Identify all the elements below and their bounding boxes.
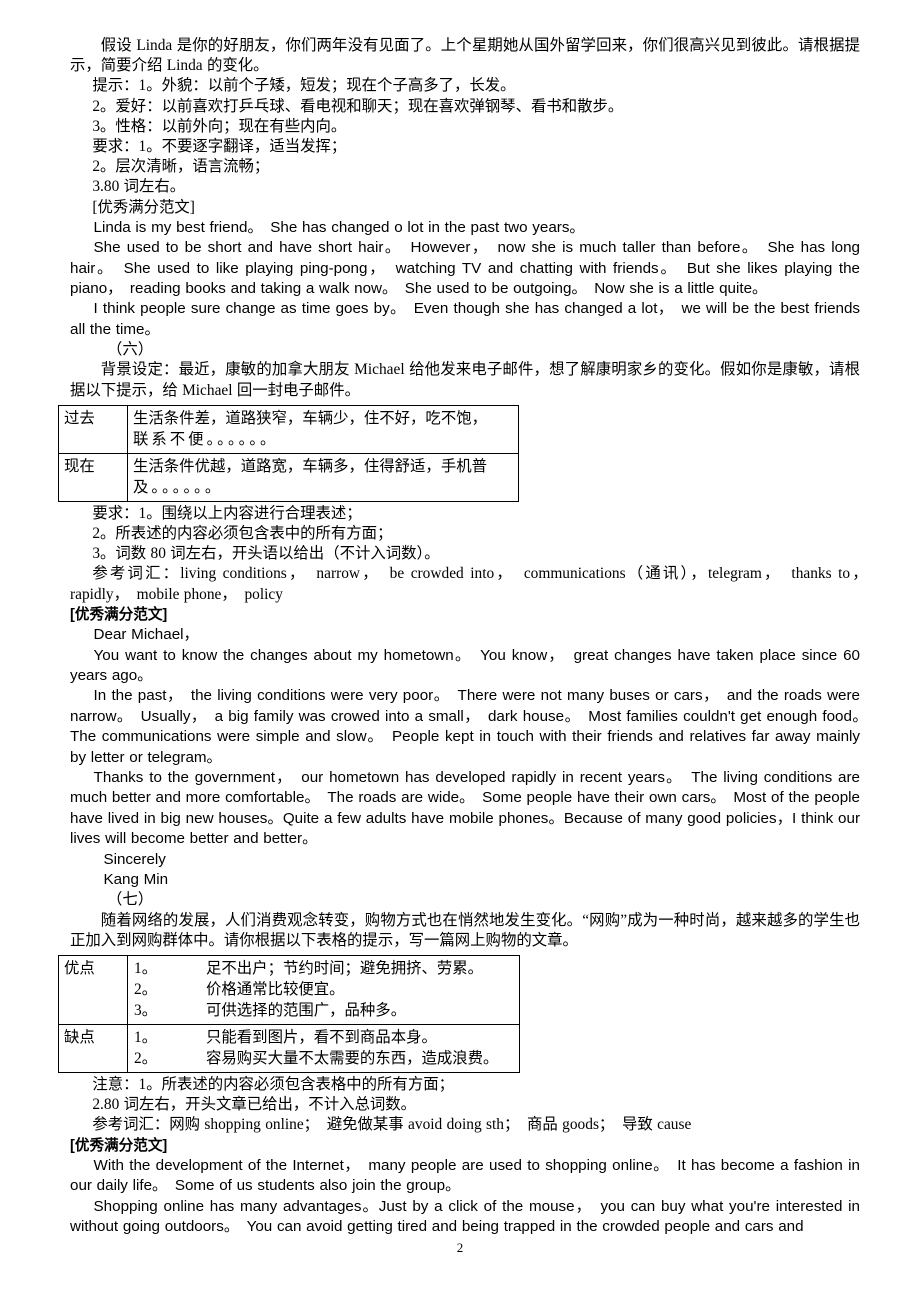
table-item-text: 足不出户；节约时间；避免拥挤、劳累。 bbox=[206, 959, 484, 977]
section-five-prompt: 假设 Linda 是你的好朋友，你们两年没有见面了。上个星期她从国外留学回来，你… bbox=[70, 37, 860, 75]
section-five-requirement-3: 3.80 词左右。 bbox=[92, 178, 186, 196]
section-six-model-label: [优秀满分范文] bbox=[70, 606, 168, 623]
table-cell-line: 联系不便。。。。。。 bbox=[133, 430, 279, 448]
section-five-essay-p1: Linda is my best friend。 She has changed… bbox=[93, 218, 585, 236]
section-six-vocab: 参考词汇：living conditions， narrow， be crowd… bbox=[70, 565, 876, 603]
table-item-text: 价格通常比较便宜。 bbox=[206, 980, 345, 998]
table-cell-key: 缺点 bbox=[58, 1023, 128, 1073]
table-cell-line: 生活条件优越，道路宽，车辆多，住得舒适，手机普 bbox=[133, 457, 487, 475]
table-item: 3。 可供选择的范围广，品种多。 bbox=[134, 1000, 514, 1021]
table-cell-key: 现在 bbox=[58, 452, 128, 502]
table-cell-key: 过去 bbox=[58, 404, 128, 454]
table-cell-line: 及。。。。。。 bbox=[133, 478, 224, 496]
table-row: 缺点 1。 只能看到图片，看不到商品本身。 2。 容易购买大量不太需要的东西，造成浪… bbox=[58, 1023, 520, 1073]
section-six-requirement-3: 3。词数 80 词左右，开头语以给出（不计入词数）。 bbox=[92, 545, 440, 563]
section-five-requirement-2: 2。层次清晰，语言流畅； bbox=[92, 158, 270, 176]
table-item: 1。 只能看到图片，看不到商品本身。 bbox=[134, 1027, 514, 1048]
section-seven-essay-p2: Shopping online has many advantages。Just… bbox=[70, 1197, 860, 1236]
section-seven-essay-p1: With the development of the Internet， ma… bbox=[70, 1156, 860, 1195]
section-five-model-label: [优秀满分范文] bbox=[92, 198, 195, 216]
table-item-text: 只能看到图片，看不到商品本身。 bbox=[206, 1028, 437, 1046]
table-item-text: 容易购买大量不太需要的东西，造成浪费。 bbox=[206, 1049, 499, 1067]
table-item-number: 1。 bbox=[134, 1028, 158, 1046]
section-five-essay-p3: I think people sure change as time goes … bbox=[70, 300, 860, 338]
table-cell-value: 1。 只能看到图片，看不到商品本身。 2。 容易购买大量不太需要的东西，造成浪费。 bbox=[127, 1023, 520, 1073]
table-item-number: 2。 bbox=[134, 1049, 158, 1067]
table-cell-value: 生活条件差，道路狭窄，车辆少，住不好，吃不饱， 联系不便。。。。。。 bbox=[127, 404, 519, 454]
table-cell-line: 生活条件差，道路狭窄，车辆少，住不好，吃不饱， bbox=[133, 409, 487, 427]
section-seven-intro: 随着网络的发展，人们消费观念转变，购物方式也在悄然地发生变化。“网购”成为一种时… bbox=[70, 911, 860, 949]
section-five-hint-3: 3。性格：以前外向；现在有些内向。 bbox=[92, 117, 347, 135]
document-page: 假设 Linda 是你的好朋友，你们两年没有见面了。上个星期她从国外留学回来，你… bbox=[0, 0, 920, 1302]
section-six-salutation: Dear Michael， bbox=[93, 626, 199, 644]
section-six-essay-p1: You want to know the changes about my ho… bbox=[70, 646, 860, 684]
section-six-essay-p3: Thanks to the government， our hometown h… bbox=[70, 768, 860, 848]
table-item-number: 1。 bbox=[134, 959, 158, 977]
section-six-requirement-1: 要求：1。围绕以上内容进行合理表述； bbox=[92, 504, 362, 522]
page-number: 2 bbox=[456, 1240, 464, 1255]
section-six-marker: （六） bbox=[106, 341, 154, 359]
section-seven-requirement-2: 2.80 词左右，开头文章已给出，不计入总词数。 bbox=[92, 1096, 417, 1114]
section-five-essay-p2: She used to be short and have short hair… bbox=[70, 239, 860, 298]
past-present-table: 过去 生活条件差，道路狭窄，车辆少，住不好，吃不饱， 联系不便。。。。。。 现在… bbox=[58, 404, 519, 502]
section-six-closing: Sincerely bbox=[103, 850, 166, 868]
table-cell-value: 生活条件优越，道路宽，车辆多，住得舒适，手机普 及。。。。。。 bbox=[127, 452, 519, 502]
section-five-requirement-1: 要求：1。不要逐字翻译，适当发挥； bbox=[92, 138, 347, 156]
table-item-number: 3。 bbox=[134, 1001, 158, 1019]
section-five-hint-2: 2。爱好：以前喜欢打乒乓球、看电视和聊天；现在喜欢弹钢琴、看书和散步。 bbox=[92, 97, 624, 115]
table-item-text: 可供选择的范围广，品种多。 bbox=[206, 1001, 407, 1019]
table-cell-key: 优点 bbox=[58, 954, 128, 1025]
section-seven-model-label: [优秀满分范文] bbox=[70, 1137, 168, 1154]
section-seven-vocab: 参考词汇：网购 shopping online； 避免做某事 avoid doi… bbox=[92, 1116, 692, 1134]
table-item: 1。 足不出户；节约时间；避免拥挤、劳累。 bbox=[134, 958, 514, 979]
table-row: 优点 1。 足不出户；节约时间；避免拥挤、劳累。 2。 价格通常比较便宜。 3。 可供… bbox=[58, 954, 520, 1025]
section-five-hint-1: 提示：1。外貌：以前个子矮，短发；现在个子高多了，长发。 bbox=[92, 77, 516, 95]
table-row: 现在 生活条件优越，道路宽，车辆多，住得舒适，手机普 及。。。。。。 bbox=[58, 452, 519, 502]
section-seven-marker: （七） bbox=[106, 891, 154, 909]
section-six-essay-p2: In the past， the living conditions were … bbox=[70, 687, 876, 766]
table-row: 过去 生活条件差，道路狭窄，车辆少，住不好，吃不饱， 联系不便。。。。。。 bbox=[58, 404, 519, 454]
section-six-signature: Kang Min bbox=[103, 870, 169, 888]
table-item-number: 2。 bbox=[134, 980, 158, 998]
section-six-background: 背景设定：最近，康敏的加拿大朋友 Michael 给他发来电子邮件，想了解康明家… bbox=[70, 361, 860, 399]
table-item: 2。 容易购买大量不太需要的东西，造成浪费。 bbox=[134, 1048, 514, 1069]
pros-cons-table: 优点 1。 足不出户；节约时间；避免拥挤、劳累。 2。 价格通常比较便宜。 3。 可供… bbox=[58, 954, 520, 1073]
section-six-requirement-2: 2。所表述的内容必须包含表中的所有方面； bbox=[92, 525, 393, 543]
table-item: 2。 价格通常比较便宜。 bbox=[134, 979, 514, 1000]
table-cell-value: 1。 足不出户；节约时间；避免拥挤、劳累。 2。 价格通常比较便宜。 3。 可供选择的… bbox=[127, 954, 520, 1025]
section-seven-requirement-1: 注意：1。所表述的内容必须包含表格中的所有方面； bbox=[92, 1075, 455, 1093]
